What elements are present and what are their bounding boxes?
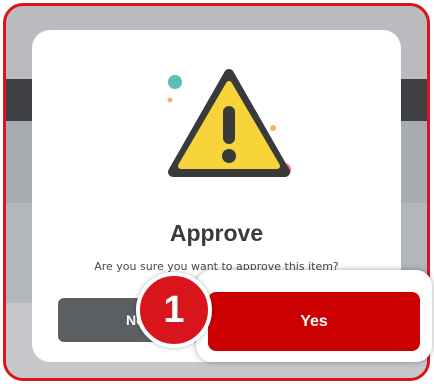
dialog-title: Approve [169, 220, 264, 246]
step-number-badge: 1 [136, 272, 212, 348]
warning-triangle-icon [167, 69, 291, 177]
yes-button[interactable]: Yes [208, 292, 420, 351]
